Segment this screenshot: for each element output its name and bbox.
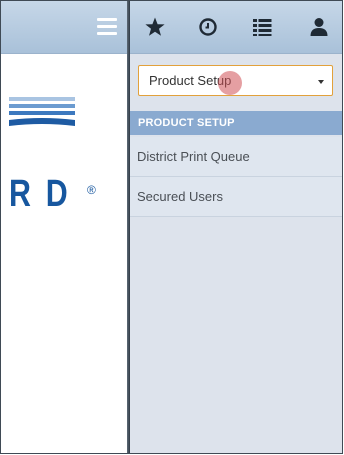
list-icon[interactable] [250, 15, 274, 39]
hamburger-icon[interactable] [97, 18, 117, 36]
app-window: R D ® Product Setup PRODUCT SETUP Distri… [0, 0, 343, 454]
registered-mark: ® [87, 183, 96, 197]
section-header: PRODUCT SETUP [130, 111, 342, 135]
user-icon[interactable] [307, 15, 331, 39]
click-indicator [218, 71, 242, 95]
star-icon[interactable] [143, 15, 167, 39]
left-header [1, 1, 127, 54]
menu-item-secured-users[interactable]: Secured Users [130, 177, 342, 217]
top-toolbar [130, 1, 342, 54]
logo-text: R D [9, 173, 71, 215]
menu-item-label: District Print Queue [137, 149, 250, 164]
menu-item-district-print-queue[interactable]: District Print Queue [130, 137, 342, 177]
logo-waves-icon [9, 97, 75, 126]
clock-icon[interactable] [196, 15, 220, 39]
chevron-down-icon [318, 80, 324, 84]
menu-item-label: Secured Users [137, 189, 223, 204]
left-pane: R D ® [1, 1, 127, 453]
